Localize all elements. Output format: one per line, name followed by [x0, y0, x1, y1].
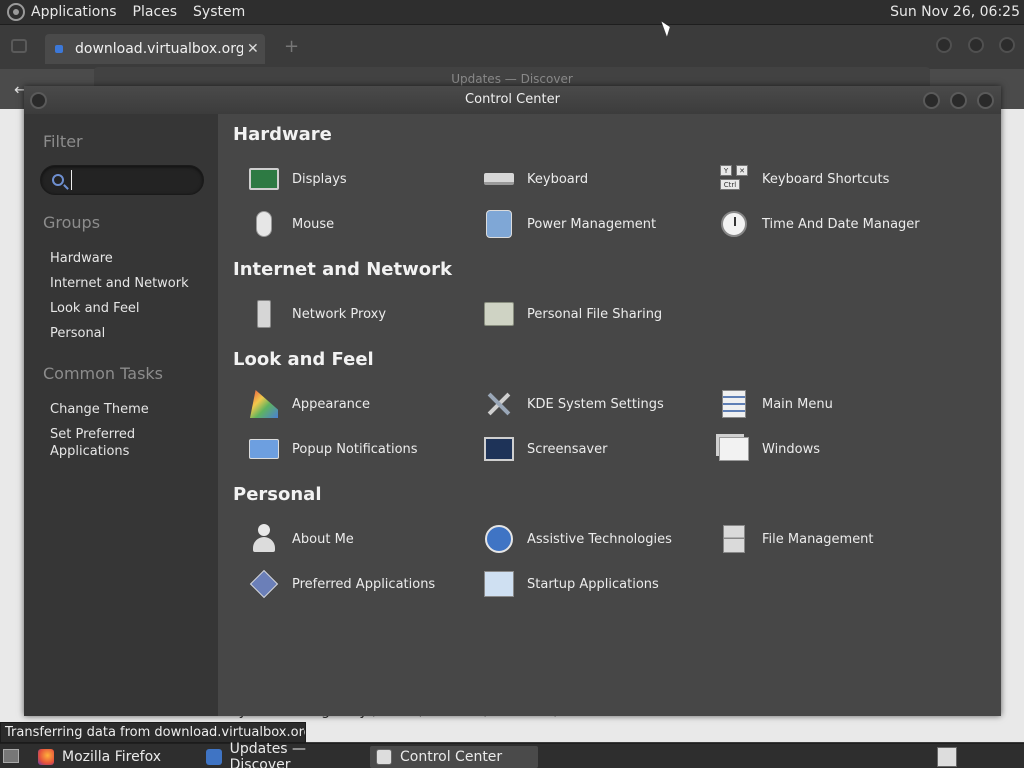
- mouse-icon: [248, 208, 280, 240]
- sidebar-toggle-icon[interactable]: [11, 39, 27, 53]
- folder-share-icon: [483, 298, 515, 330]
- windows-icon: [718, 433, 750, 465]
- section-heading-hardware: Hardware: [233, 124, 332, 145]
- task-change-theme[interactable]: Change Theme: [50, 401, 200, 418]
- control-center-window: Control Center Filter Groups Hardware In…: [24, 86, 1001, 716]
- common-tasks-heading: Common Tasks: [43, 364, 164, 383]
- power-icon: [483, 208, 515, 240]
- firefox-minimize-button[interactable]: [936, 37, 952, 53]
- control-center-sidebar: Filter Groups Hardware Internet and Netw…: [24, 114, 218, 716]
- panel-clock[interactable]: Sun Nov 26, 06:25: [890, 4, 1020, 20]
- task-firefox[interactable]: Mozilla Firefox: [32, 746, 200, 768]
- top-panel: Applications Places System Sun Nov 26, 0…: [0, 0, 1024, 25]
- firefox-tab[interactable]: download.virtualbox.org/virt ✕: [45, 34, 265, 64]
- item-windows[interactable]: Windows: [718, 432, 820, 466]
- firefox-maximize-button[interactable]: [968, 37, 984, 53]
- screensaver-icon: [483, 433, 515, 465]
- item-mouse[interactable]: Mouse: [248, 207, 334, 241]
- accessibility-icon: [483, 523, 515, 555]
- item-preferred-applications[interactable]: Preferred Applications: [248, 567, 435, 601]
- applications-menu[interactable]: Applications: [31, 4, 117, 20]
- main-menu-icon: [718, 388, 750, 420]
- preferred-apps-icon: [248, 568, 280, 600]
- tray-app-icon[interactable]: [937, 747, 957, 767]
- item-startup-applications[interactable]: Startup Applications: [483, 567, 659, 601]
- minimize-button[interactable]: [923, 92, 940, 109]
- file-cabinet-icon: [718, 523, 750, 555]
- distro-logo-icon[interactable]: [7, 3, 25, 21]
- item-keyboard-shortcuts[interactable]: Y ✕ Ctrl Keyboard Shortcuts: [718, 162, 889, 196]
- item-displays[interactable]: Displays: [248, 162, 347, 196]
- close-button[interactable]: [977, 92, 994, 109]
- item-appearance[interactable]: Appearance: [248, 387, 370, 421]
- filter-heading: Filter: [43, 132, 83, 151]
- window-menu-button[interactable]: [30, 92, 47, 109]
- item-about-me[interactable]: About Me: [248, 522, 354, 556]
- places-menu[interactable]: Places: [133, 4, 178, 20]
- item-time-date[interactable]: Time And Date Manager: [718, 207, 920, 241]
- filter-box[interactable]: [40, 165, 204, 195]
- tab-title: download.virtualbox.org/virt: [75, 41, 243, 57]
- section-heading-look-and-feel: Look and Feel: [233, 349, 374, 370]
- section-heading-personal: Personal: [233, 484, 322, 505]
- firefox-close-button[interactable]: [999, 37, 1015, 53]
- startup-icon: [483, 568, 515, 600]
- new-tab-icon[interactable]: +: [284, 36, 299, 57]
- tools-icon: [483, 388, 515, 420]
- item-popup-notifications[interactable]: Popup Notifications: [248, 432, 418, 466]
- taskbar: Mozilla Firefox Updates — Discover Contr…: [0, 741, 1024, 768]
- group-link-personal[interactable]: Personal: [50, 325, 200, 342]
- item-keyboard[interactable]: Keyboard: [483, 162, 588, 196]
- keyboard-icon: [483, 163, 515, 195]
- firefox-icon: [38, 749, 54, 765]
- group-link-hardware[interactable]: Hardware: [50, 250, 200, 267]
- tab-favicon-icon: [55, 45, 63, 53]
- monitor-icon: [248, 163, 280, 195]
- task-set-preferred-apps[interactable]: Set Preferred Applications: [50, 426, 200, 460]
- item-assistive-technologies[interactable]: Assistive Technologies: [483, 522, 672, 556]
- keyboard-shortcuts-icon: Y ✕ Ctrl: [718, 163, 750, 195]
- item-personal-file-sharing[interactable]: Personal File Sharing: [483, 297, 662, 331]
- item-kde-system-settings[interactable]: KDE System Settings: [483, 387, 664, 421]
- clock-icon: [718, 208, 750, 240]
- user-icon: [248, 523, 280, 555]
- popup-icon: [248, 433, 280, 465]
- maximize-button[interactable]: [950, 92, 967, 109]
- group-link-look-and-feel[interactable]: Look and Feel: [50, 300, 200, 317]
- filter-input[interactable]: [71, 170, 196, 190]
- tab-close-icon[interactable]: ✕: [247, 41, 259, 57]
- item-file-management[interactable]: File Management: [718, 522, 874, 556]
- section-heading-internet-network: Internet and Network: [233, 259, 452, 280]
- show-desktop-icon[interactable]: [3, 749, 19, 763]
- discover-icon: [206, 749, 222, 765]
- proxy-icon: [248, 298, 280, 330]
- item-main-menu[interactable]: Main Menu: [718, 387, 833, 421]
- search-icon: [52, 174, 64, 186]
- control-center-main: Hardware Displays Keyboard Y ✕ Ctrl Keyb…: [218, 114, 1001, 716]
- task-discover[interactable]: Updates — Discover: [200, 741, 368, 768]
- system-menu[interactable]: System: [193, 4, 245, 20]
- group-link-internet-network[interactable]: Internet and Network: [50, 275, 200, 292]
- task-control-center[interactable]: Control Center: [370, 746, 538, 768]
- item-power-management[interactable]: Power Management: [483, 207, 656, 241]
- window-title: Control Center: [465, 92, 560, 107]
- appearance-icon: [248, 388, 280, 420]
- status-tip: Transferring data from download.virtualb…: [0, 722, 306, 743]
- item-screensaver[interactable]: Screensaver: [483, 432, 607, 466]
- control-center-titlebar[interactable]: Control Center: [24, 86, 1001, 114]
- item-network-proxy[interactable]: Network Proxy: [248, 297, 386, 331]
- control-center-icon: [376, 749, 392, 765]
- groups-heading: Groups: [43, 213, 101, 232]
